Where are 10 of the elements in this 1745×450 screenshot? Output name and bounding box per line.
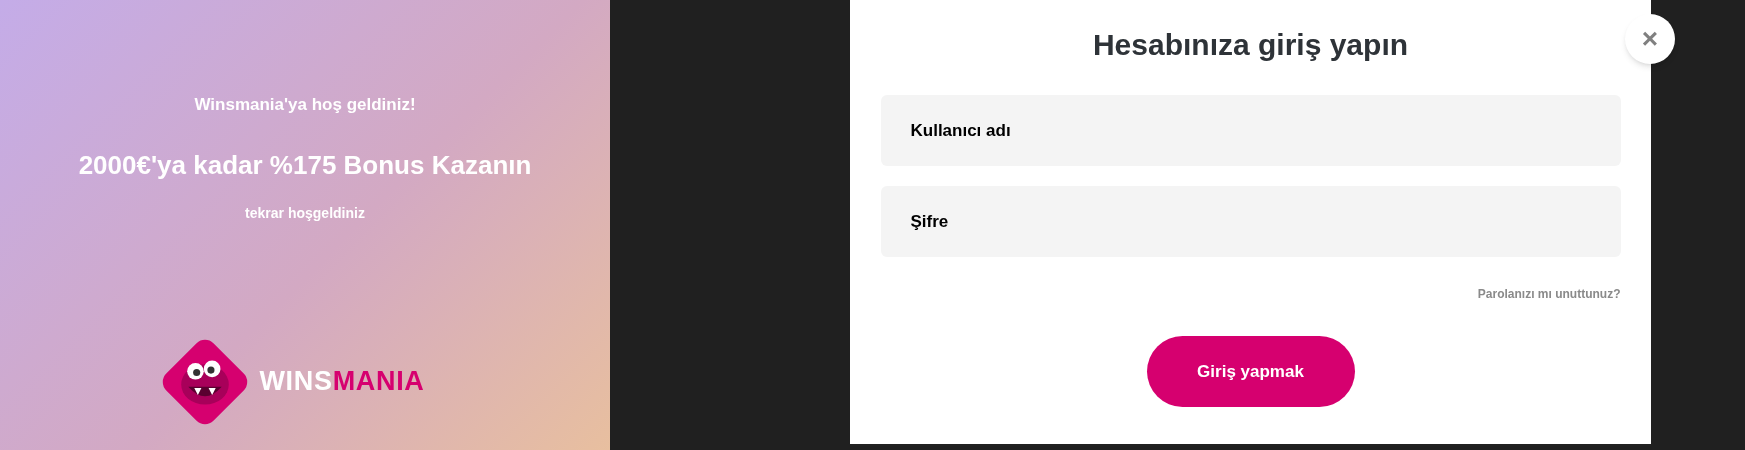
modal-title: Hesabınıza giriş yapın xyxy=(1092,27,1409,63)
forgot-password-link[interactable]: Parolanızı mı unuttunuz? xyxy=(1477,285,1621,303)
login-button[interactable]: Giriş yapmak xyxy=(1146,336,1355,407)
welcome-text: Winsmania'ya hoş geldiniz! xyxy=(194,94,416,116)
brand-wordmark: WINSMANIA xyxy=(259,365,425,399)
subtitle-text: tekrar hoşgeldiniz xyxy=(245,203,365,223)
text-field[interactable]: Kullanıcı adı xyxy=(880,95,1621,166)
bonus-headline: 2000€'ya kadar %175 Bonus Kazanın xyxy=(78,148,532,182)
close-button[interactable]: × xyxy=(1625,14,1675,64)
text-field[interactable]: Şifre xyxy=(880,186,1621,257)
